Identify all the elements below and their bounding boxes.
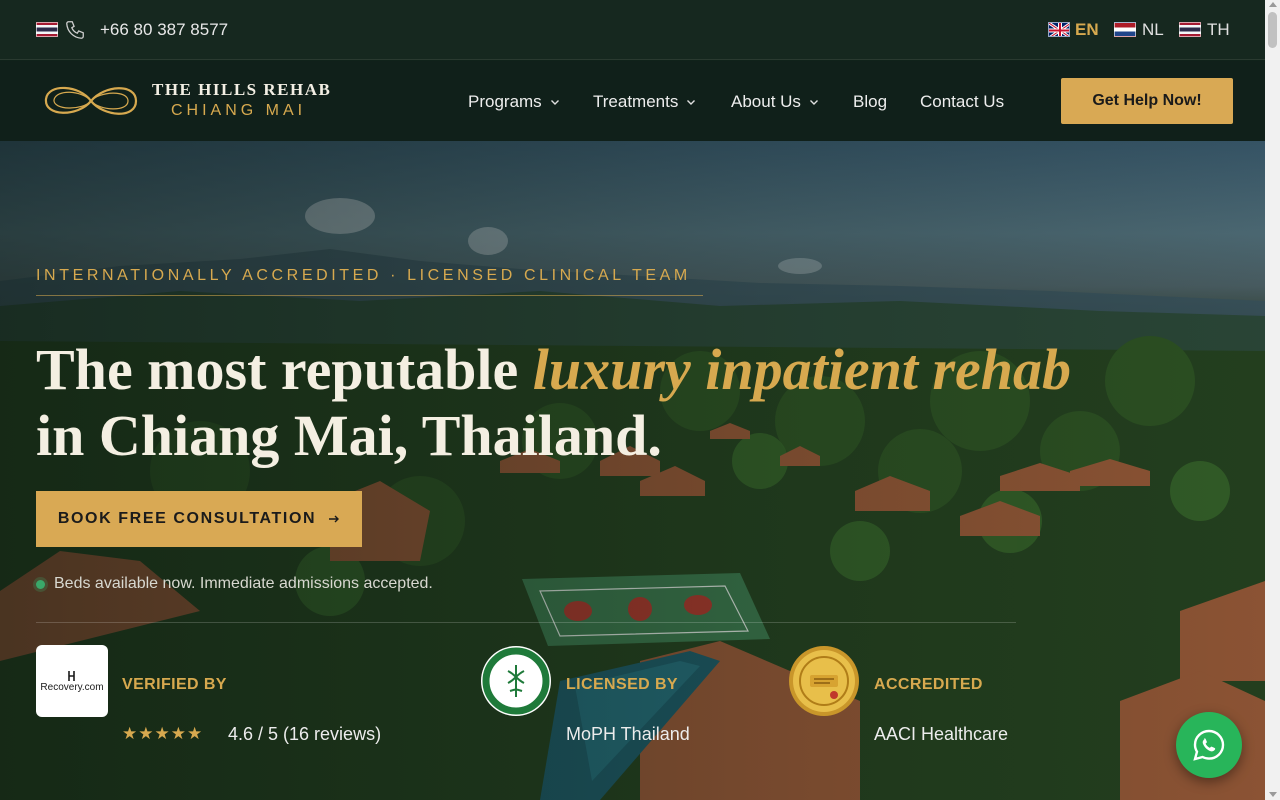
nav-contact-us-label: Contact Us bbox=[920, 92, 1005, 111]
scroll-down-arrow-icon[interactable] bbox=[1269, 792, 1277, 797]
nav-programs[interactable]: Programs bbox=[468, 92, 560, 112]
main-nav: THE HILLS REHAB CHIANG MAI Programs Trea… bbox=[0, 61, 1265, 141]
headline-accent: luxury inpatient rehab bbox=[532, 337, 1072, 402]
arrow-right-icon bbox=[329, 515, 340, 523]
availability-indicator-icon bbox=[36, 580, 45, 589]
hero-headline: The most reputable luxury inpatient reha… bbox=[36, 337, 1136, 469]
top-bar: +66 80 387 8577 EN NL TH bbox=[0, 0, 1265, 60]
nav-contact-us[interactable]: Contact Us bbox=[920, 92, 1004, 112]
verified-by-label: VERIFIED BY bbox=[122, 676, 227, 693]
nav-about-us[interactable]: About Us bbox=[731, 92, 819, 112]
whatsapp-icon bbox=[1193, 729, 1225, 761]
nav-blog-label: Blog bbox=[853, 92, 888, 111]
recovery-com-logo[interactable]: Recovery.com bbox=[36, 645, 108, 717]
nav-programs-label: Programs bbox=[468, 92, 542, 111]
uk-flag-icon[interactable] bbox=[1048, 22, 1070, 37]
hero-overlay bbox=[0, 141, 1265, 800]
aaci-accreditation-seal-icon bbox=[789, 646, 859, 716]
logo-subtitle[interactable]: CHIANG MAI bbox=[171, 102, 306, 120]
book-consultation-label: BOOK FREE CONSULTATION bbox=[57, 510, 317, 527]
thailand-flag-icon bbox=[36, 22, 58, 37]
chevron-down-icon bbox=[687, 100, 696, 105]
logo-title[interactable]: THE HILLS REHAB bbox=[152, 80, 331, 100]
availability-text: Beds available now. Immediate admissions… bbox=[54, 575, 433, 592]
get-help-button[interactable]: Get Help Now! bbox=[1061, 78, 1233, 124]
rating-stars: ★★★★★ bbox=[122, 724, 204, 743]
nav-blog[interactable]: Blog bbox=[853, 92, 887, 112]
lang-th[interactable]: TH bbox=[1207, 20, 1230, 40]
nav-treatments-label: Treatments bbox=[593, 92, 679, 111]
whatsapp-button[interactable] bbox=[1176, 712, 1242, 778]
hero-section: INTERNATIONALLY ACCREDITED · LICENSED CL… bbox=[0, 141, 1265, 800]
hero-eyebrow: INTERNATIONALLY ACCREDITED · LICENSED CL… bbox=[36, 267, 691, 284]
moph-thailand-seal-icon bbox=[481, 646, 551, 716]
recovery-com-logo-text: Recovery.com bbox=[40, 681, 104, 693]
eyebrow-divider bbox=[36, 295, 703, 296]
accredited-label: ACCREDITED bbox=[874, 676, 983, 693]
recovery-com-mark-icon bbox=[68, 670, 75, 681]
rating-text[interactable]: 4.6 / 5 (16 reviews) bbox=[228, 724, 381, 745]
scroll-up-arrow-icon[interactable] bbox=[1269, 2, 1277, 7]
headline-part2: in Chiang Mai, Thailand. bbox=[36, 403, 662, 468]
badges-divider bbox=[36, 622, 1016, 623]
licensed-by-value: MoPH Thailand bbox=[566, 724, 690, 744]
accredited-value: AACI Healthcare bbox=[874, 724, 1009, 744]
lang-en[interactable]: EN bbox=[1075, 20, 1099, 40]
nav-treatments[interactable]: Treatments bbox=[593, 92, 696, 112]
phone-number[interactable]: +66 80 387 8577 bbox=[100, 20, 228, 40]
thailand-flag-icon[interactable] bbox=[1179, 22, 1201, 37]
headline-part1: The most reputable bbox=[36, 337, 533, 402]
nav-about-us-label: About Us bbox=[731, 92, 801, 111]
scrollbar-thumb[interactable] bbox=[1268, 12, 1277, 48]
chevron-down-icon bbox=[809, 100, 818, 105]
book-consultation-button[interactable]: BOOK FREE CONSULTATION bbox=[36, 491, 362, 547]
chevron-down-icon bbox=[550, 100, 559, 105]
licensed-by-label: LICENSED BY bbox=[566, 676, 678, 693]
phone-icon[interactable] bbox=[64, 19, 86, 41]
page-scrollbar[interactable] bbox=[1265, 0, 1280, 800]
lang-nl[interactable]: NL bbox=[1142, 20, 1164, 40]
logo-infinity-icon[interactable] bbox=[42, 77, 140, 125]
netherlands-flag-icon[interactable] bbox=[1114, 22, 1136, 37]
